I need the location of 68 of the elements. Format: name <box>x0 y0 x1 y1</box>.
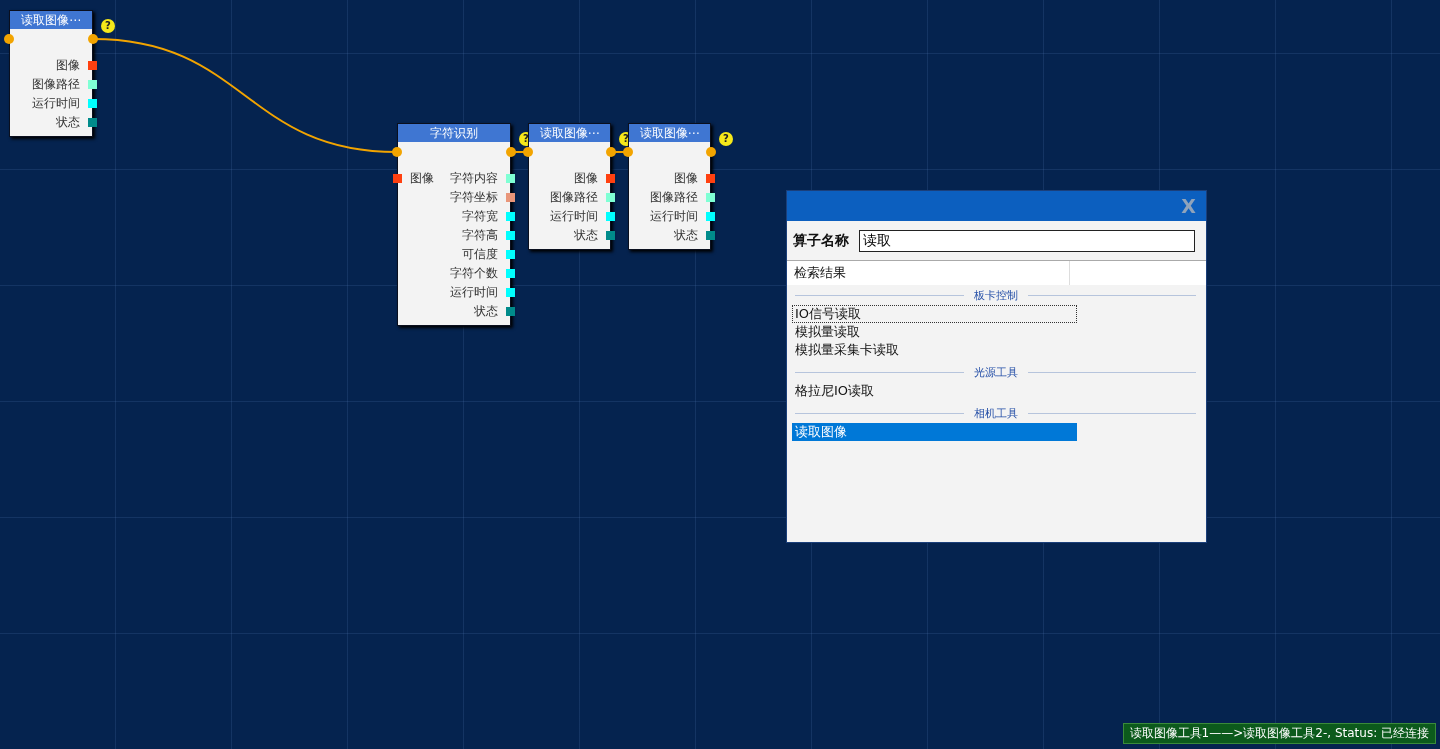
help-icon[interactable]: ? <box>101 19 115 33</box>
output-port-icon[interactable] <box>606 231 615 240</box>
port-label: 运行时间 <box>550 208 598 225</box>
output-port-icon[interactable] <box>506 212 515 221</box>
result-item[interactable]: 模拟量读取 <box>792 323 1077 341</box>
output-port-icon[interactable] <box>88 61 97 70</box>
output-port-icon[interactable] <box>706 212 715 221</box>
output-port-icon[interactable] <box>706 174 715 183</box>
output-port-icon[interactable] <box>706 193 715 202</box>
output-port-icon[interactable] <box>506 231 515 240</box>
result-item[interactable]: 格拉尼IO读取 <box>792 382 1077 400</box>
port-label: 图像路径 <box>650 189 698 206</box>
port-label: 状态 <box>474 303 498 320</box>
input-port-icon[interactable] <box>393 174 402 183</box>
output-port-icon[interactable] <box>88 118 97 127</box>
output-port-icon[interactable] <box>88 80 97 89</box>
node-title: 读取图像⋯ <box>10 11 92 29</box>
help-icon[interactable]: ? <box>719 132 733 146</box>
output-port-icon[interactable] <box>88 99 97 108</box>
port-label: 图像 <box>574 170 598 187</box>
port-label: 字符坐标 <box>450 189 498 206</box>
port-label: 运行时间 <box>32 95 80 112</box>
port-label: 字符高 <box>462 227 498 244</box>
output-connector-icon[interactable] <box>506 147 516 157</box>
result-item[interactable]: IO信号读取 <box>792 305 1077 323</box>
port-label: 图像 <box>56 57 80 74</box>
port-label: 字符内容 <box>450 170 498 187</box>
group-title: 光源工具 <box>973 364 1018 380</box>
result-item[interactable]: 模拟量采集卡读取 <box>792 341 1077 359</box>
port-label: 图像路径 <box>550 189 598 206</box>
search-field[interactable]: 读取 <box>859 230 1195 252</box>
output-port-icon[interactable] <box>506 288 515 297</box>
output-port-icon[interactable] <box>606 212 615 221</box>
output-connector-icon[interactable] <box>606 147 616 157</box>
group-title: 相机工具 <box>973 405 1018 421</box>
name-label: 算子名称 <box>793 232 849 250</box>
port-label: 字符个数 <box>450 265 498 282</box>
port-label: 状态 <box>574 227 598 244</box>
output-port-icon[interactable] <box>506 193 515 202</box>
output-port-icon[interactable] <box>606 174 615 183</box>
port-label: 字符宽 <box>462 208 498 225</box>
column-header: 检索结果 <box>787 261 1070 285</box>
output-port-icon[interactable] <box>706 231 715 240</box>
output-port-icon[interactable] <box>506 269 515 278</box>
input-connector-icon[interactable] <box>523 147 533 157</box>
port-label: 状态 <box>674 227 698 244</box>
output-port-icon[interactable] <box>506 174 515 183</box>
port-label: 运行时间 <box>450 284 498 301</box>
status-bar: 读取图像工具1——>读取图像工具2-, Status: 已经连接 <box>1122 723 1436 744</box>
port-label: 可信度 <box>462 246 498 263</box>
input-connector-icon[interactable] <box>623 147 633 157</box>
port-label: 运行时间 <box>650 208 698 225</box>
output-port-icon[interactable] <box>606 193 615 202</box>
result-item[interactable]: 读取图像 <box>792 423 1077 441</box>
output-connector-icon[interactable] <box>706 147 716 157</box>
input-connector-icon[interactable] <box>392 147 402 157</box>
port-label: 状态 <box>56 114 80 131</box>
port-label: 图像 <box>410 170 434 187</box>
node-title: 读取图像⋯ <box>629 124 710 142</box>
output-connector-icon[interactable] <box>88 34 98 44</box>
port-label: 图像路径 <box>32 76 80 93</box>
input-connector-icon[interactable] <box>4 34 14 44</box>
group-title: 板卡控制 <box>973 287 1018 303</box>
node-title: 字符识别 <box>398 124 510 142</box>
port-label: 图像 <box>674 170 698 187</box>
output-port-icon[interactable] <box>506 307 515 316</box>
node-title: 读取图像⋯ <box>529 124 610 142</box>
output-port-icon[interactable] <box>506 250 515 259</box>
